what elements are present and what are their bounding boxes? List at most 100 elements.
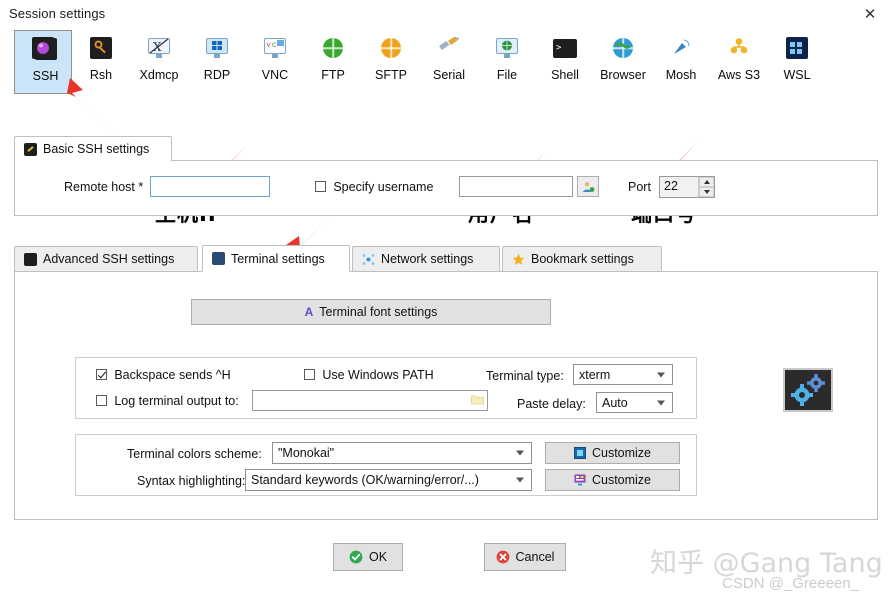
tab-network-settings[interactable]: Network settings	[352, 246, 500, 272]
spin-up-icon[interactable]	[699, 177, 714, 187]
aws-s3-icon	[726, 37, 752, 61]
chevron-down-icon	[657, 400, 665, 405]
svg-text:V: V	[267, 42, 272, 49]
colors-customize-button[interactable]: Customize	[545, 442, 680, 464]
tab-bookmark-settings[interactable]: Bookmark settings	[502, 246, 662, 272]
mosh-antenna-icon	[668, 37, 694, 61]
syntax-customize-button[interactable]: Customize	[545, 469, 680, 491]
ssh-key-icon	[24, 253, 37, 266]
paste-delay-select[interactable]: Auto	[596, 392, 673, 413]
terminal-icon	[212, 252, 225, 265]
terminal-type-value: xterm	[579, 368, 610, 382]
wsl-windows-icon	[784, 37, 810, 61]
tab-basic-ssh-settings[interactable]: Basic SSH settings	[14, 136, 172, 161]
button-label: Customize	[592, 473, 651, 487]
port-spin-arrows[interactable]	[698, 177, 714, 197]
star-icon	[512, 253, 525, 266]
protocol-browser[interactable]: Browser	[594, 30, 652, 94]
protocol-xdmcp[interactable]: X Xdmcp	[130, 30, 188, 94]
tab-label: Terminal settings	[231, 252, 325, 266]
palette-icon	[574, 447, 586, 459]
protocol-rdp[interactable]: RDP	[188, 30, 246, 94]
tab-advanced-ssh-settings[interactable]: Advanced SSH settings	[14, 246, 198, 272]
tab-terminal-settings[interactable]: Terminal settings	[202, 245, 350, 272]
protocol-serial[interactable]: Serial	[420, 30, 478, 94]
specify-username-checkbox[interactable]: Specify username	[315, 180, 433, 194]
button-label: Cancel	[516, 550, 555, 564]
spin-down-icon[interactable]	[699, 187, 714, 197]
syntax-highlighting-select[interactable]: Standard keywords (OK/warning/error/...)	[245, 469, 532, 491]
gears-preview-icon	[783, 368, 833, 412]
protocol-label: WSL	[783, 68, 810, 82]
protocol-sftp[interactable]: SFTP	[362, 30, 420, 94]
protocol-label: RDP	[204, 68, 230, 82]
protocol-mosh[interactable]: Mosh	[652, 30, 710, 94]
port-stepper[interactable]: 22	[659, 176, 715, 198]
telnet-icon	[30, 37, 56, 61]
colors-scheme-label: Terminal colors scheme:	[127, 447, 262, 461]
chevron-down-icon	[657, 372, 665, 377]
chevron-down-icon	[516, 478, 524, 483]
username-input[interactable]	[459, 176, 573, 197]
network-icon	[362, 253, 375, 266]
backspace-checkbox[interactable]: Backspace sends ^H	[96, 368, 231, 382]
protocol-label: Serial	[433, 68, 465, 82]
ok-button[interactable]: OK	[333, 543, 403, 571]
watermark-zhihu: 知乎 @Gang Tang	[650, 541, 883, 580]
protocol-aws-s3[interactable]: Aws S3	[710, 30, 768, 94]
protocol-vnc[interactable]: V C VNC	[246, 30, 304, 94]
syntax-highlighting-label: Syntax highlighting:	[137, 474, 245, 488]
paste-delay-label: Paste delay:	[517, 397, 586, 411]
watermark-csdn: CSDN @_Greeeen_	[722, 575, 859, 592]
terminal-font-settings-button[interactable]: A Terminal font settings	[191, 299, 551, 325]
cancel-button[interactable]: Cancel	[484, 543, 566, 571]
file-monitor-icon	[494, 37, 520, 61]
svg-text:C: C	[272, 42, 276, 49]
rsh-icon	[88, 37, 114, 61]
protocol-label: File	[497, 68, 517, 82]
log-output-path-input[interactable]	[252, 390, 488, 411]
use-windows-path-checkbox[interactable]: Use Windows PATH	[304, 368, 434, 382]
tab-label: Advanced SSH settings	[43, 252, 174, 266]
checkbox-box	[304, 369, 315, 380]
x-circle-icon	[496, 550, 510, 564]
remote-host-input[interactable]	[150, 176, 270, 197]
syntax-icon	[574, 474, 586, 486]
protocol-toolbar: SSH Telnet Rsh	[0, 30, 892, 102]
button-label: Customize	[592, 446, 651, 460]
sftp-globe-icon	[378, 37, 404, 61]
log-terminal-output-label: Log terminal output to:	[114, 394, 238, 408]
title-bar: Session settings ✕	[0, 0, 892, 28]
protocol-shell[interactable]: > Shell	[536, 30, 594, 94]
tab-label: Bookmark settings	[531, 252, 634, 266]
shell-icon: >	[552, 37, 578, 61]
protocol-label: SSH	[33, 69, 59, 83]
colors-scheme-value: "Monokai"	[278, 446, 334, 460]
serial-plug-icon	[436, 37, 462, 61]
paste-delay-value: Auto	[602, 396, 628, 410]
protocol-rsh[interactable]: Rsh	[72, 30, 130, 94]
close-icon[interactable]: ✕	[848, 0, 892, 28]
protocol-label: Shell	[551, 68, 579, 82]
user-picker-icon[interactable]	[577, 176, 599, 197]
protocol-ftp[interactable]: FTP	[304, 30, 362, 94]
protocol-file[interactable]: File	[478, 30, 536, 94]
port-value[interactable]: 22	[660, 177, 698, 197]
protocol-label: Mosh	[666, 68, 697, 82]
log-terminal-output-checkbox[interactable]: Log terminal output to:	[96, 394, 239, 408]
font-A-icon: A	[305, 305, 314, 319]
protocol-label: SFTP	[375, 68, 407, 82]
terminal-type-select[interactable]: xterm	[573, 364, 673, 385]
browser-globe-icon	[610, 37, 636, 61]
protocol-wsl[interactable]: WSL	[768, 30, 826, 94]
folder-icon[interactable]	[471, 394, 484, 408]
protocol-label: FTP	[321, 68, 345, 82]
settings-tab-strip: Advanced SSH settings Terminal settings …	[14, 246, 878, 272]
terminal-colors-group: Terminal colors scheme: "Monokai" Custom…	[75, 434, 697, 496]
chevron-down-icon	[516, 451, 524, 456]
protocol-label: VNC	[262, 68, 288, 82]
terminal-options-group: Backspace sends ^H Use Windows PATH Log …	[75, 357, 697, 419]
terminal-colors-scheme-select[interactable]: "Monokai"	[272, 442, 532, 464]
basic-ssh-panel: Remote host * Specify username Port 22	[14, 160, 878, 216]
tab-label: Network settings	[381, 252, 473, 266]
